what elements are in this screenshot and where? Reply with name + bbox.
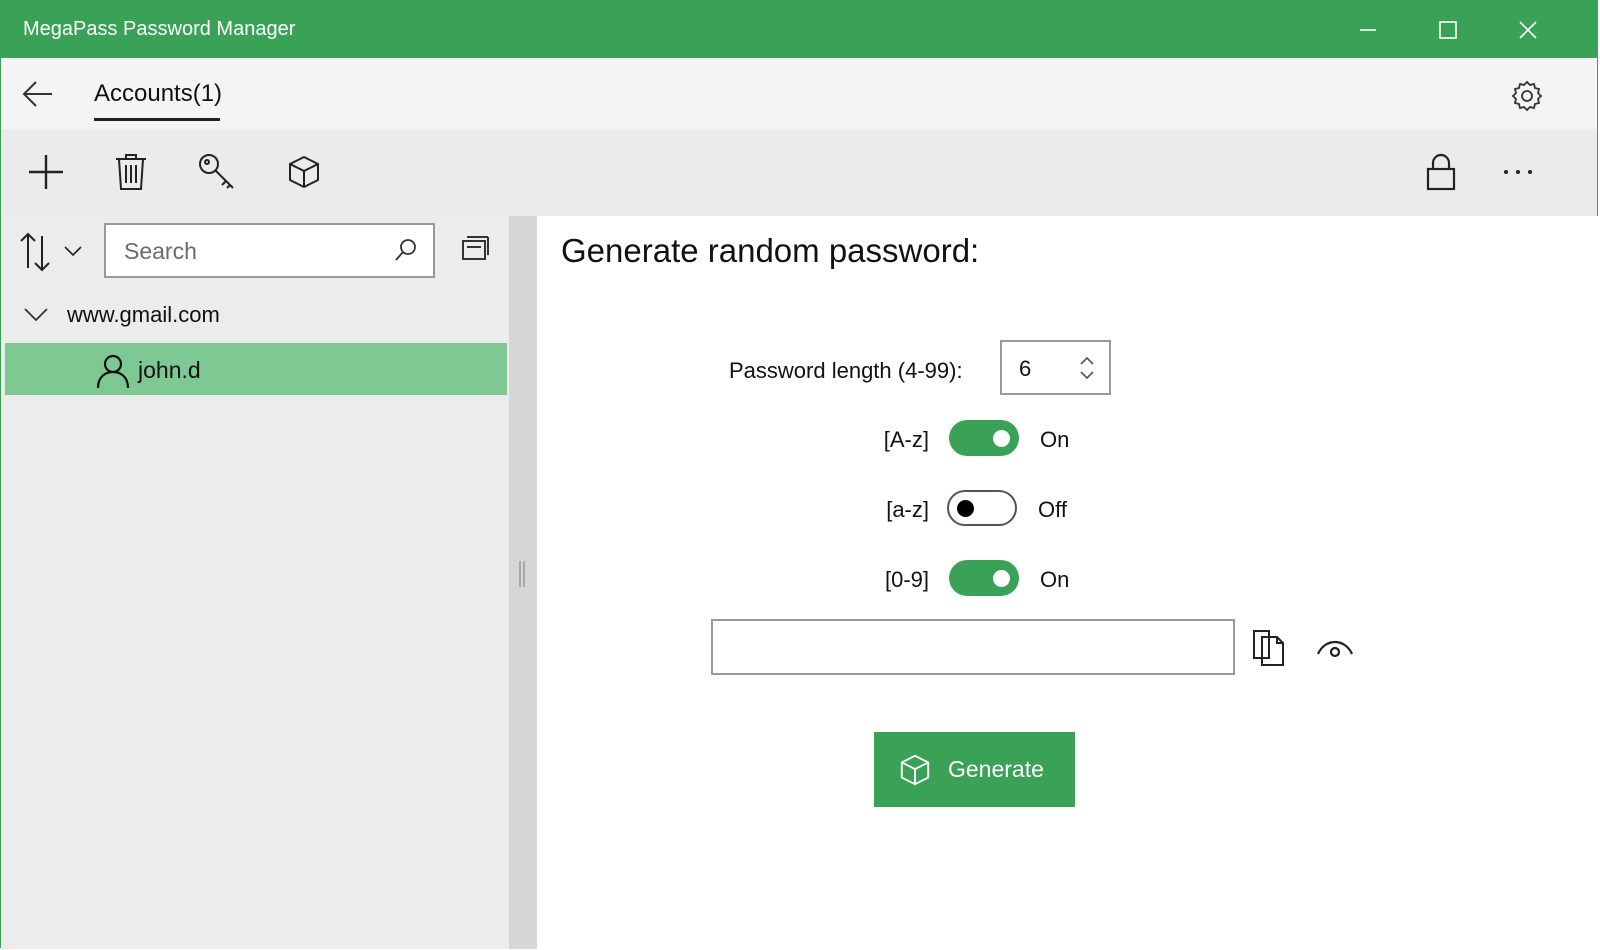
nav-bar: Accounts(1) xyxy=(1,58,1597,129)
maximize-icon xyxy=(1439,20,1457,39)
page-title: Generate random password: xyxy=(561,232,980,269)
collapse-icon xyxy=(462,236,489,260)
close-icon xyxy=(1519,20,1537,39)
uppercase-label: [A-z] xyxy=(883,427,929,452)
group-label: www.gmail.com xyxy=(67,302,220,327)
toggle-knob xyxy=(993,429,1010,447)
digits-toggle[interactable] xyxy=(949,560,1019,596)
digits-state: On xyxy=(1040,567,1070,592)
toolbar xyxy=(1,129,1597,216)
generate-button[interactable]: Generate xyxy=(874,732,1075,807)
group-item-gmail[interactable]: www.gmail.com xyxy=(1,294,509,338)
window-title: MegaPass Password Manager xyxy=(23,18,296,40)
show-password-button[interactable] xyxy=(1315,634,1355,667)
app-window: MegaPass Password Manager Accounts(1) Se… xyxy=(0,0,1599,949)
tab-accounts[interactable]: Accounts(1) xyxy=(94,80,222,108)
more-button[interactable] xyxy=(1493,147,1543,197)
key-icon xyxy=(199,154,234,189)
title-bar: MegaPass Password Manager xyxy=(1,1,1597,58)
lowercase-toggle[interactable] xyxy=(947,490,1017,526)
uppercase-toggle[interactable] xyxy=(949,420,1019,456)
lock-icon xyxy=(1426,153,1456,191)
digits-label: [0-9] xyxy=(884,567,929,592)
copy-icon xyxy=(1253,630,1284,666)
delete-button[interactable] xyxy=(106,147,156,197)
close-button[interactable] xyxy=(1488,1,1568,58)
settings-button[interactable] xyxy=(1507,76,1547,116)
lock-button[interactable] xyxy=(1416,147,1466,197)
sidebar: www.gmail.com john.d xyxy=(1,216,509,949)
lowercase-state: Off xyxy=(1038,497,1067,522)
plus-icon xyxy=(29,155,63,189)
trash-icon xyxy=(116,154,146,190)
collapse-all-button[interactable] xyxy=(459,234,493,268)
back-button[interactable] xyxy=(19,76,59,112)
generated-password-field[interactable] xyxy=(711,619,1235,675)
account-label: john.d xyxy=(138,357,201,383)
gear-icon xyxy=(1511,80,1543,112)
generator-pane: Generate random password: Password lengt… xyxy=(537,216,1599,949)
toggle-knob xyxy=(957,499,974,517)
generate-label: Generate xyxy=(948,756,1044,782)
chevron-down-icon[interactable] xyxy=(23,304,49,324)
uppercase-state: On xyxy=(1040,427,1070,452)
add-button[interactable] xyxy=(21,147,71,197)
search-input[interactable] xyxy=(122,235,386,267)
arrow-left-icon xyxy=(22,81,52,107)
user-icon xyxy=(96,354,130,388)
key-button[interactable] xyxy=(192,147,242,197)
pane-splitter[interactable] xyxy=(509,216,537,949)
sort-button[interactable] xyxy=(17,230,89,274)
lowercase-label: [a-z] xyxy=(886,497,929,522)
length-value[interactable]: 6 xyxy=(1019,356,1031,382)
account-item-john[interactable]: john.d xyxy=(5,343,507,395)
search-icon[interactable] xyxy=(393,237,419,263)
splitter-grip[interactable] xyxy=(519,561,525,587)
sort-icon xyxy=(20,232,82,272)
more-icon xyxy=(1504,170,1532,174)
cube-icon xyxy=(289,156,319,188)
search-box xyxy=(104,223,435,278)
cube-icon xyxy=(900,754,930,785)
minimize-icon xyxy=(1360,28,1376,31)
length-label: Password length (4-99): xyxy=(729,358,963,383)
maximize-button[interactable] xyxy=(1408,1,1488,58)
eye-icon xyxy=(1316,640,1354,658)
spinner-icon[interactable] xyxy=(1079,355,1095,381)
length-stepper[interactable]: 6 xyxy=(1000,340,1111,395)
tab-underline xyxy=(94,118,220,121)
minimize-button[interactable] xyxy=(1328,1,1408,58)
copy-button[interactable] xyxy=(1251,628,1287,673)
generator-button[interactable] xyxy=(279,147,329,197)
toggle-knob xyxy=(993,569,1010,587)
